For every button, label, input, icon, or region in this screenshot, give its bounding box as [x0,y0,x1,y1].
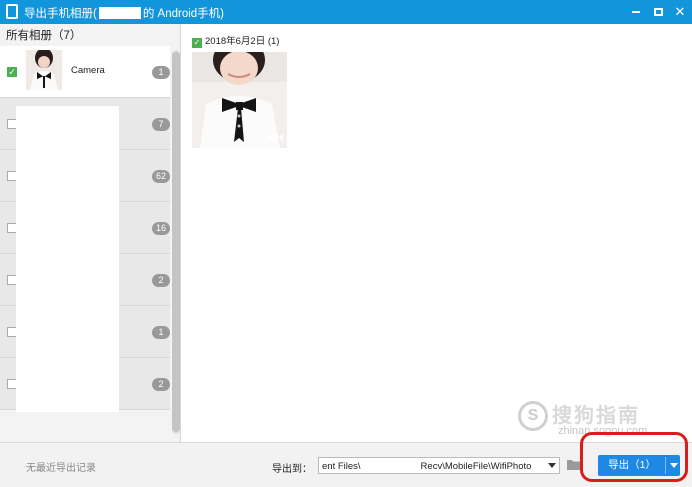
window-title: 导出手机相册(的 Android手机) [24,7,225,20]
redacted-block [98,7,141,19]
chevron-down-icon [548,463,556,468]
maximize-button[interactable] [648,2,668,22]
album-sidebar: 所有相册（7） ✓ Camera 1 7 62 16 2 1 2 [0,24,181,442]
album-list-header: 所有相册（7） [6,30,82,42]
export-to-label: 导出到： [272,464,312,475]
phone-icon [6,4,18,19]
album-count-badge: 2 [152,378,170,391]
minimize-button[interactable] [626,2,646,22]
photo-grid: ✓ 2018年6月2日 (1) [182,24,692,442]
redacted-block [16,106,119,412]
album-count-badge: 7 [152,118,170,131]
video-icon [269,134,283,141]
album-thumbnail [26,50,62,90]
sogou-logo-icon: S [518,401,548,431]
album-count-badge: 1 [152,326,170,339]
watermark-text: 搜狗指南 [552,405,640,427]
album-item-camera[interactable]: ✓ Camera 1 [0,46,170,98]
date-group-label: 2018年6月2日 (1) [205,36,280,47]
album-name: Camera [71,65,105,76]
album-count-badge: 16 [152,222,171,235]
export-path-dropdown[interactable]: ent Files\ Recv\MobileFile\WifiPhoto [318,457,560,474]
photo-thumbnail[interactable] [192,52,287,148]
scrollbar-thumb[interactable] [172,52,180,432]
close-icon: ✕ [674,4,686,19]
sidebar-scrollbar[interactable] [172,50,180,434]
title-bar: 导出手机相册(的 Android手机) ✕ [0,0,692,24]
redacted-block [360,458,421,471]
album-count-badge: 1 [152,66,170,79]
close-button[interactable]: ✕ [670,2,690,22]
folder-icon[interactable] [567,459,581,470]
maximize-icon [653,8,663,16]
album-count-badge: 62 [152,170,171,183]
album-count-badge: 2 [152,274,170,287]
recent-export-label: 无最近导出记录 [26,463,96,474]
group-checkbox[interactable]: ✓ [192,38,202,48]
highlight-annotation [580,432,688,482]
date-group-header[interactable]: ✓ 2018年6月2日 (1) [192,33,279,48]
album-checkbox[interactable]: ✓ [7,67,17,77]
minimize-icon [632,11,640,13]
